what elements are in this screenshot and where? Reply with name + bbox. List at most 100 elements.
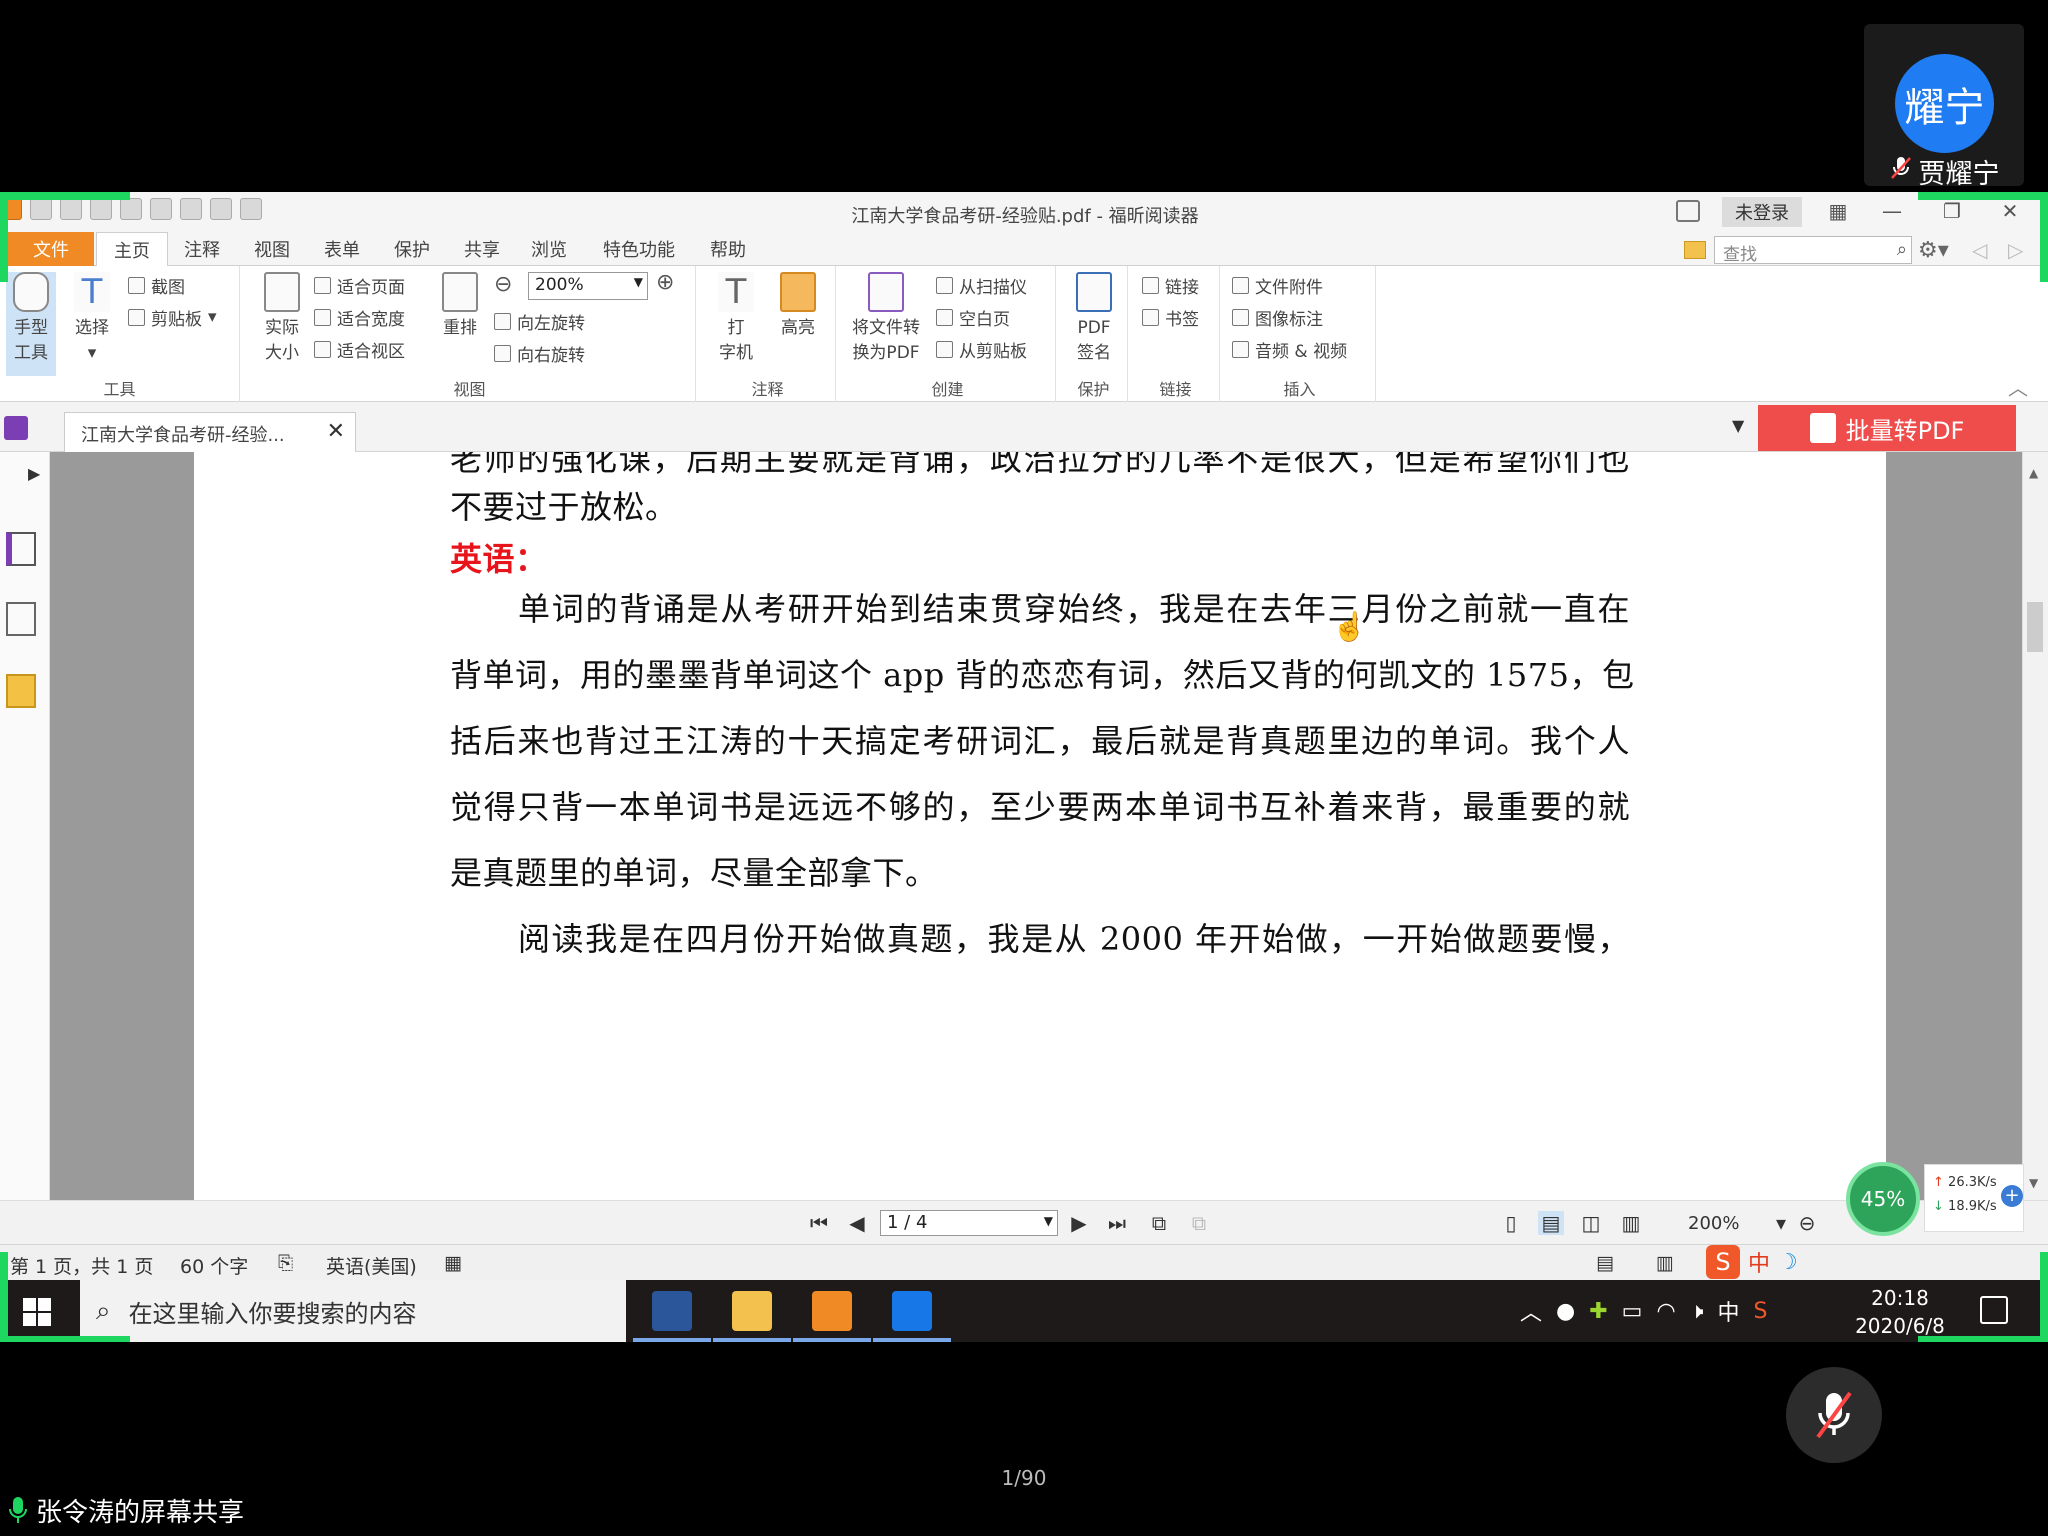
rotate-left-button[interactable]: 向左旋转 (494, 306, 585, 336)
zoom-in-icon[interactable]: ⊕ (656, 270, 674, 295)
menu-protect[interactable]: 保护 (382, 232, 442, 266)
notification-center-icon[interactable] (1980, 1296, 2008, 1324)
read-mode-icon[interactable]: ▤ (1596, 1252, 1614, 1274)
redo-icon[interactable] (210, 198, 232, 220)
tab-list-dropdown-icon[interactable]: ▼ (1732, 416, 1744, 435)
sogou-tray-icon[interactable]: S (1754, 1299, 1768, 1324)
zoom-out-icon[interactable]: ⊖ (494, 272, 512, 297)
meeting-app-icon[interactable] (892, 1291, 932, 1331)
fit-width-button[interactable]: 适合宽度 (314, 302, 405, 332)
foxit-reader-app-icon[interactable] (812, 1291, 852, 1331)
menu-help[interactable]: 帮助 (698, 232, 758, 266)
first-page-button[interactable]: ⏮ (806, 1211, 832, 1235)
hand-dropdown-icon[interactable] (240, 198, 262, 220)
volume-icon[interactable]: 🕨 (1690, 1299, 1704, 1324)
macro-icon[interactable]: ▦ (444, 1252, 462, 1274)
next-view-icon[interactable]: ⧉ (1186, 1211, 1212, 1235)
file-attachment-button[interactable]: 文件附件 (1232, 270, 1323, 300)
page-number-input[interactable]: 1 / 4 ▼ (880, 1210, 1058, 1236)
undo-icon[interactable] (180, 198, 202, 220)
typewriter-button[interactable]: T 打 字机 (706, 272, 766, 366)
continuous-view-icon[interactable]: ▤ (1538, 1211, 1564, 1235)
menu-share[interactable]: 共享 (452, 232, 512, 266)
print-layout-icon[interactable]: ▥ (1656, 1252, 1674, 1274)
document-tab[interactable]: 江南大学食品考研-经验... ✕ (64, 412, 356, 452)
scrollbar-thumb[interactable] (2027, 602, 2043, 652)
single-page-view-icon[interactable]: ▯ (1498, 1211, 1524, 1235)
scroll-down-arrow-icon[interactable]: ▼ (2029, 1176, 2038, 1190)
next-page-button[interactable]: ▶ (1066, 1211, 1092, 1235)
moon-icon[interactable]: ☽ (1778, 1250, 1798, 1275)
from-clipboard-button[interactable]: 从剪贴板 (936, 334, 1027, 364)
zoom-level-value[interactable]: 200% (1688, 1213, 1739, 1234)
speed-add-icon[interactable]: + (2001, 1185, 2023, 1207)
last-page-button[interactable]: ⏭ (1104, 1211, 1130, 1235)
previous-view-icon[interactable]: ⧉ (1146, 1211, 1172, 1235)
battery-icon[interactable]: ▭ (1622, 1299, 1643, 1324)
zoom-dropdown-icon[interactable]: ▾ (1768, 1211, 1794, 1235)
link-button[interactable]: 链接 (1142, 270, 1199, 300)
rotate-right-button[interactable]: 向右旋转 (494, 338, 585, 368)
share-out-icon[interactable] (1676, 200, 1700, 222)
convert-to-pdf-button[interactable]: 将文件转 换为PDF (844, 272, 928, 366)
bookmark-button[interactable]: 书签 (1142, 302, 1199, 332)
menu-special[interactable]: 特色功能 (592, 232, 686, 266)
fit-visible-button[interactable]: 适合视区 (314, 334, 405, 364)
save-icon[interactable] (60, 198, 82, 220)
close-tab-icon[interactable]: ✕ (327, 419, 345, 444)
close-window-button[interactable]: ✕ (1990, 196, 2030, 226)
taskbar-search-box[interactable]: ⌕ 在这里输入你要搜索的内容 (80, 1280, 626, 1342)
memory-usage-badge[interactable]: 45% (1846, 1162, 1920, 1236)
menu-file[interactable]: 文件 (8, 232, 94, 266)
from-scanner-button[interactable]: 从扫描仪 (936, 270, 1027, 300)
qq-tray-icon[interactable]: ● (1556, 1299, 1575, 1324)
taskbar-clock[interactable]: 20:18 2020/6/8 (1840, 1284, 1960, 1340)
participant-tile[interactable]: 耀宁 贾耀宁 (1864, 24, 2024, 190)
open-file-icon[interactable] (30, 198, 52, 220)
find-folder-icon[interactable] (1684, 241, 1706, 259)
vertical-scrollbar[interactable]: ▲ ▼ (2022, 452, 2048, 1200)
actual-size-button[interactable]: 实际 大小 (252, 272, 312, 366)
collapse-ribbon-icon[interactable]: ︿ (2008, 372, 2028, 401)
expand-panel-icon[interactable]: ▶ (28, 464, 40, 483)
pdf-sign-button[interactable]: PDF 签名 (1064, 272, 1124, 366)
select-tool-button[interactable]: T 选择 ▾ (62, 272, 122, 366)
prev-arrow-icon[interactable]: ◁ (1972, 238, 1987, 262)
menu-view[interactable]: 视图 (242, 232, 302, 266)
hand-tool-button[interactable]: 手型 工具 (6, 272, 56, 376)
menu-home[interactable]: 主页 (96, 232, 168, 267)
plus-tray-icon[interactable]: ✚ (1589, 1299, 1607, 1324)
document-viewport[interactable]: 老师的强化课，后期主要就是背诵，政治拉分的几率不是很大，但是希望你们也 不要过于… (50, 452, 2022, 1200)
comments-panel-icon[interactable] (6, 674, 36, 708)
snapshot-button[interactable]: 截图 (128, 270, 185, 300)
proofing-icon[interactable]: ⎘ (278, 1252, 293, 1274)
next-arrow-icon[interactable]: ▷ (2008, 238, 2023, 262)
page-dropdown-arrow-icon[interactable]: ▼ (1044, 1214, 1053, 1228)
tray-ime-language[interactable]: 中 (1718, 1295, 1740, 1327)
settings-gear-icon[interactable]: ⚙▾ (1918, 238, 1949, 263)
maximize-button[interactable]: ❐ (1932, 196, 1972, 226)
facing-view-icon[interactable]: ◫ (1578, 1211, 1604, 1235)
zoom-combo[interactable]: 200% ▼ (528, 272, 648, 300)
print-icon[interactable] (90, 198, 112, 220)
layout-grid-icon[interactable]: ▦ (1818, 196, 1858, 226)
wifi-icon[interactable]: ◠ (1656, 1299, 1675, 1324)
blank-page-button[interactable]: 空白页 (936, 302, 1010, 332)
screenshot-icon[interactable] (120, 198, 142, 220)
search-icon[interactable]: ⌕ (1897, 239, 1907, 260)
file-explorer-icon[interactable] (732, 1291, 772, 1331)
bookmarks-panel-icon[interactable] (6, 532, 36, 566)
previous-page-button[interactable]: ◀ (844, 1211, 870, 1235)
clipboard-button[interactable]: 剪贴板 ▾ (128, 302, 217, 332)
mute-microphone-button[interactable] (1786, 1367, 1882, 1463)
menu-comment[interactable]: 注释 (172, 232, 232, 266)
reflow-button[interactable]: 重排 (430, 272, 490, 341)
new-document-icon[interactable] (150, 198, 172, 220)
highlight-button[interactable]: 高亮 (768, 272, 828, 341)
ime-language[interactable]: 中 (1748, 1246, 1770, 1278)
pages-panel-icon[interactable] (6, 602, 36, 636)
image-annotation-button[interactable]: 图像标注 (1232, 302, 1323, 332)
login-button[interactable]: 未登录 (1722, 197, 1802, 227)
audio-video-button[interactable]: 音频 & 视频 (1232, 334, 1347, 364)
batch-convert-pdf-button[interactable]: 批量转PDF (1758, 405, 2016, 451)
